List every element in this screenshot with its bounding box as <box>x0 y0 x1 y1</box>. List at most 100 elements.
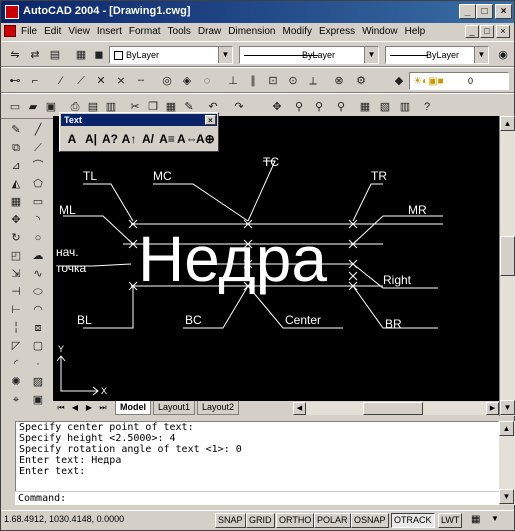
menu-view[interactable]: View <box>68 26 90 37</box>
menu-modify[interactable]: Modify <box>283 26 312 37</box>
grid-toggle[interactable]: GRID <box>246 513 275 528</box>
doc-close-button[interactable]: × <box>496 25 510 38</box>
chevron-down-icon[interactable]: ▼ <box>218 47 232 63</box>
tab-model[interactable]: Model <box>115 401 151 415</box>
match-properties-icon[interactable]: ▤ <box>47 47 63 63</box>
help-icon[interactable]: ? <box>419 99 435 115</box>
command-scrollbar[interactable]: ▲ ▼ <box>499 421 515 505</box>
snap-nearest-icon[interactable]: ⟂ <box>305 73 321 89</box>
zoom-realtime-icon[interactable]: ⚲ <box>291 99 307 115</box>
layers-icon[interactable]: ◆ <box>391 73 407 89</box>
menu-insert[interactable]: Insert <box>97 26 122 37</box>
close-button[interactable]: × <box>495 4 512 19</box>
ellipse-arc-icon[interactable]: ◠ <box>30 302 46 318</box>
tab-first-icon[interactable]: ⏮ <box>55 402 67 414</box>
trim-icon[interactable]: ⊣ <box>8 284 24 300</box>
revcloud-icon[interactable]: ☁ <box>30 248 46 264</box>
point-icon[interactable]: · <box>30 356 46 372</box>
snap-midpoint-icon[interactable]: ⟋ <box>73 73 89 89</box>
erase-icon[interactable]: ✎ <box>8 122 24 138</box>
save-icon[interactable]: ▣ <box>43 99 59 115</box>
text-toolbar[interactable]: Text × A A| A? A↑ A/ A≡ A⇔ A⊕ <box>59 112 219 152</box>
zoom-previous-icon[interactable]: ⚲ <box>333 99 349 115</box>
menu-edit[interactable]: Edit <box>44 26 61 37</box>
vertical-scrollbar[interactable]: ▲ ▼ <box>499 116 515 416</box>
osnap-toggle[interactable]: OSNAP <box>351 513 389 528</box>
snap-insert-icon[interactable]: ⊡ <box>265 73 281 89</box>
chevron-down-icon[interactable]: ▼ <box>474 47 488 63</box>
osnap-settings-icon[interactable]: ⚙ <box>353 73 369 89</box>
tab-layout1[interactable]: Layout1 <box>153 401 196 415</box>
chevron-down-icon[interactable]: ▼ <box>364 47 378 63</box>
array-icon[interactable]: ▦ <box>8 194 24 210</box>
scroll-right-icon[interactable]: ▶ <box>486 402 499 415</box>
chamfer-icon[interactable]: ◸ <box>8 338 24 354</box>
multiline-text-icon[interactable]: A <box>63 130 81 148</box>
snap-intersection-icon[interactable]: ✕ <box>93 73 109 89</box>
copy-object-icon[interactable]: ⧉ <box>8 140 24 156</box>
construction-line-icon[interactable]: ⟋ <box>30 140 46 156</box>
offset-icon[interactable]: ◭ <box>8 176 24 192</box>
text-toolbar-close-icon[interactable]: × <box>205 115 216 125</box>
snap-endpoint-icon[interactable]: ∕ <box>53 73 69 89</box>
menu-format[interactable]: Format <box>129 26 161 37</box>
properties-icon[interactable]: ▦ <box>357 99 373 115</box>
color-wheel-icon[interactable]: ◉ <box>495 47 511 63</box>
menu-dimension[interactable]: Dimension <box>228 26 275 37</box>
menu-draw[interactable]: Draw <box>198 26 221 37</box>
polyline-icon[interactable]: ⌒ <box>30 158 46 174</box>
scale-text-icon[interactable]: A≡ <box>158 130 176 148</box>
menu-tools[interactable]: Tools <box>168 26 191 37</box>
drawing-area[interactable]: Недра TL MC TC TR ML MR нач. точка Right… <box>53 116 499 401</box>
line-icon[interactable]: ╱ <box>30 122 46 138</box>
modify-extra-icon[interactable]: ⌖ <box>8 392 24 408</box>
model-paper-icon[interactable]: ▦ <box>471 514 480 525</box>
snap-parallel-icon[interactable]: ∥ <box>245 73 261 89</box>
maximize-button[interactable]: □ <box>476 4 493 19</box>
lineweight-combo[interactable]: ByLayer ▼ <box>385 46 489 64</box>
circle-icon[interactable]: ○ <box>30 230 46 246</box>
justify-text-icon[interactable]: A⇔ <box>177 130 198 148</box>
scroll-up-icon[interactable]: ▲ <box>500 116 515 131</box>
temp-track-point-icon[interactable]: ⊷ <box>7 73 23 89</box>
snap-from-icon[interactable]: ⌐ <box>27 73 43 89</box>
tab-layout2[interactable]: Layout2 <box>197 401 240 415</box>
single-line-text-icon[interactable]: A| <box>82 130 100 148</box>
color-icon[interactable]: ◼ <box>91 47 107 63</box>
tab-prev-icon[interactable]: ◀ <box>69 402 81 414</box>
scale-icon[interactable]: ◰ <box>8 248 24 264</box>
linetype-combo[interactable]: ByLayer ▼ <box>239 46 379 64</box>
stretch-icon[interactable]: ⇲ <box>8 266 24 282</box>
snap-tangent-icon[interactable]: ◌ <box>199 73 215 89</box>
menu-window[interactable]: Window <box>362 26 398 37</box>
layer-manager-icon[interactable]: ▦ <box>73 47 89 63</box>
tab-last-icon[interactable]: ⏭ <box>97 402 109 414</box>
ellipse-icon[interactable]: ⬭ <box>30 284 46 300</box>
snap-node-icon[interactable]: ⊙ <box>285 73 301 89</box>
menu-express[interactable]: Express <box>319 26 355 37</box>
layer-previous-icon[interactable]: ⇋ <box>7 47 23 63</box>
zoom-window-icon[interactable]: ⚲ <box>311 99 327 115</box>
otrack-toggle[interactable]: OTRACK <box>391 513 435 528</box>
fillet-icon[interactable]: ◜ <box>8 356 24 372</box>
spline-icon[interactable]: ∿ <box>30 266 46 282</box>
redo-icon[interactable]: ↷ <box>231 99 247 115</box>
ortho-toggle[interactable]: ORTHO <box>276 513 315 528</box>
color-combo[interactable]: ByLayer ▼ <box>109 46 233 64</box>
snap-perpendicular-icon[interactable]: ⊥ <box>225 73 241 89</box>
doc-restore-button[interactable]: □ <box>480 25 494 38</box>
menu-file[interactable]: File <box>21 26 37 37</box>
minimize-button[interactable]: _ <box>459 4 476 19</box>
snap-toggle[interactable]: SNAP <box>215 513 246 528</box>
cmd-scroll-up-icon[interactable]: ▲ <box>499 421 514 436</box>
tab-next-icon[interactable]: ▶ <box>83 402 95 414</box>
open-file-icon[interactable]: ▰ <box>25 99 41 115</box>
command-input[interactable]: Command: <box>15 491 499 505</box>
doc-minimize-button[interactable]: _ <box>465 25 479 38</box>
text-toolbar-caption[interactable]: Text × <box>61 114 217 126</box>
convert-distance-icon[interactable]: A⊕ <box>196 130 215 148</box>
rotate-icon[interactable]: ↻ <box>8 230 24 246</box>
lwt-toggle[interactable]: LWT <box>438 513 463 528</box>
rectangle-icon[interactable]: ▭ <box>30 194 46 210</box>
snap-center-icon[interactable]: ◎ <box>159 73 175 89</box>
